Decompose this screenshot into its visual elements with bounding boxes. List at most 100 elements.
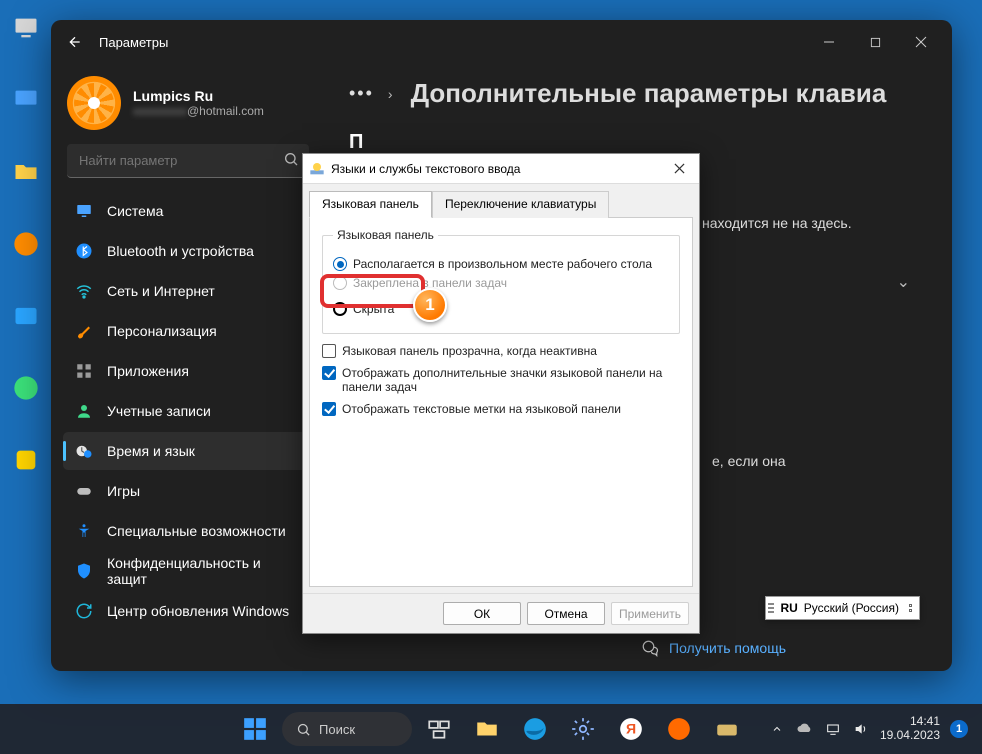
- gamepad-icon: [75, 482, 93, 500]
- back-button[interactable]: [59, 26, 91, 58]
- dialog-close-button[interactable]: [665, 158, 693, 180]
- dialog-buttons: ОК Отмена Применить: [303, 593, 699, 633]
- nav-accessibility[interactable]: Специальные возможности: [63, 512, 313, 550]
- taskbar-clock[interactable]: 14:41 19.04.2023: [880, 715, 940, 743]
- checkbox-icon: [322, 366, 336, 380]
- nav-bluetooth[interactable]: Bluetooth и устройства: [63, 232, 313, 270]
- floating-language-bar[interactable]: RU Русский (Россия): [765, 596, 920, 620]
- taskbar-explorer[interactable]: [466, 708, 508, 750]
- language-dialog: Языки и службы текстового ввода Языковая…: [302, 153, 700, 634]
- group-label: Языковая панель: [333, 228, 438, 242]
- card-text-fragment: е, если она: [712, 452, 922, 472]
- checkbox-icon: [322, 344, 336, 358]
- bluetooth-icon: [75, 242, 93, 260]
- taskbar: Поиск Я 14:41 19.04.2023 1: [0, 704, 982, 754]
- checkbox-transparent[interactable]: Языковая панель прозрачна, когда неактив…: [322, 344, 680, 358]
- radio-floating[interactable]: Располагается в произвольном месте рабоч…: [333, 257, 669, 271]
- card-text-fragment: находится не на здесь.: [702, 214, 922, 234]
- lang-label: Русский (Россия): [804, 601, 899, 615]
- dialog-title: Языки и службы текстового ввода: [331, 162, 665, 176]
- dialog-titlebar: Языки и службы текстового ввода: [303, 154, 699, 184]
- nav-gaming[interactable]: Игры: [63, 472, 313, 510]
- search-input[interactable]: [67, 144, 309, 178]
- monitor-icon: [75, 202, 93, 220]
- profile-name: Lumpics Ru: [133, 88, 264, 104]
- titlebar: Параметры: [51, 20, 952, 64]
- tray-expand-icon[interactable]: [768, 720, 786, 738]
- nav-privacy[interactable]: Конфиденциальность и защит: [63, 552, 313, 590]
- nav-network[interactable]: Сеть и Интернет: [63, 272, 313, 310]
- desktop-icon[interactable]: [8, 82, 44, 118]
- highlight-box: [320, 274, 425, 308]
- apps-icon: [75, 362, 93, 380]
- nav-personalization[interactable]: Персонализация: [63, 312, 313, 350]
- desktop-icons: [8, 10, 48, 478]
- taskbar-app[interactable]: [706, 708, 748, 750]
- notification-badge[interactable]: 1: [950, 720, 968, 738]
- help-icon: [641, 639, 659, 657]
- checkbox-extra-icons[interactable]: Отображать дополнительные значки языково…: [322, 366, 680, 394]
- accessibility-icon: [75, 522, 93, 540]
- search-icon: [283, 151, 299, 172]
- tab-language-bar[interactable]: Языковая панель: [309, 191, 432, 218]
- breadcrumb-ellipsis[interactable]: •••: [349, 83, 374, 104]
- shield-icon: [75, 562, 93, 580]
- avatar: [67, 76, 121, 130]
- chevron-right-icon: ›: [388, 86, 393, 102]
- profile[interactable]: Lumpics Ru xxxxxxxxx@hotmail.com: [59, 72, 317, 144]
- chevron-down-icon[interactable]: ⌄: [897, 272, 910, 292]
- get-help-link[interactable]: Получить помощь: [641, 639, 786, 657]
- wifi-icon: [75, 282, 93, 300]
- brush-icon: [75, 322, 93, 340]
- taskbar-settings[interactable]: [562, 708, 604, 750]
- task-view-button[interactable]: [418, 708, 460, 750]
- clock-globe-icon: [75, 442, 93, 460]
- checkbox-icon: [322, 402, 336, 416]
- profile-email: xxxxxxxxx@hotmail.com: [133, 104, 264, 118]
- restore-icon[interactable]: [905, 604, 915, 612]
- section-title-truncated: П: [349, 131, 924, 154]
- nav-accounts[interactable]: Учетные записи: [63, 392, 313, 430]
- volume-icon[interactable]: [852, 720, 870, 738]
- close-button[interactable]: [898, 26, 944, 58]
- apply-button[interactable]: Применить: [611, 602, 689, 625]
- callout-badge: 1: [413, 288, 447, 322]
- nav-update[interactable]: Центр обновления Windows: [63, 592, 313, 630]
- desktop-icon[interactable]: [8, 370, 44, 406]
- grip-icon[interactable]: [768, 603, 774, 613]
- desktop-icon[interactable]: [8, 226, 44, 262]
- search-icon: [296, 722, 311, 737]
- ok-button[interactable]: ОК: [443, 602, 521, 625]
- tab-keyboard-switch[interactable]: Переключение клавиатуры: [432, 191, 609, 218]
- lang-code: RU: [780, 601, 797, 615]
- taskbar-search[interactable]: Поиск: [282, 712, 412, 746]
- window-title: Параметры: [99, 35, 168, 50]
- svg-text:Я: Я: [626, 720, 636, 736]
- taskbar-app[interactable]: [658, 708, 700, 750]
- nav-apps[interactable]: Приложения: [63, 352, 313, 390]
- update-icon: [75, 602, 93, 620]
- desktop-icon[interactable]: [8, 298, 44, 334]
- breadcrumb: ••• › Дополнительные параметры клавиа: [349, 78, 924, 109]
- nav: Система Bluetooth и устройства Сеть и Ин…: [59, 192, 317, 630]
- network-tray-icon[interactable]: [824, 720, 842, 738]
- start-button[interactable]: [234, 708, 276, 750]
- minimize-button[interactable]: [806, 26, 852, 58]
- dialog-tabs: Языковая панель Переключение клавиатуры: [303, 184, 699, 217]
- person-icon: [75, 402, 93, 420]
- cancel-button[interactable]: Отмена: [527, 602, 605, 625]
- system-tray: 14:41 19.04.2023 1: [768, 715, 968, 743]
- desktop-icon[interactable]: [8, 154, 44, 190]
- sidebar: Lumpics Ru xxxxxxxxx@hotmail.com Система…: [51, 64, 321, 671]
- maximize-button[interactable]: [852, 26, 898, 58]
- radio-icon: [333, 257, 347, 271]
- checkbox-text-labels[interactable]: Отображать текстовые метки на языковой п…: [322, 402, 680, 416]
- nav-time-language[interactable]: Время и язык: [63, 432, 313, 470]
- onedrive-icon[interactable]: [796, 720, 814, 738]
- dialog-icon: [309, 161, 325, 177]
- nav-system[interactable]: Система: [63, 192, 313, 230]
- desktop-icon[interactable]: [8, 10, 44, 46]
- taskbar-app[interactable]: Я: [610, 708, 652, 750]
- desktop-icon[interactable]: [8, 442, 44, 478]
- taskbar-edge[interactable]: [514, 708, 556, 750]
